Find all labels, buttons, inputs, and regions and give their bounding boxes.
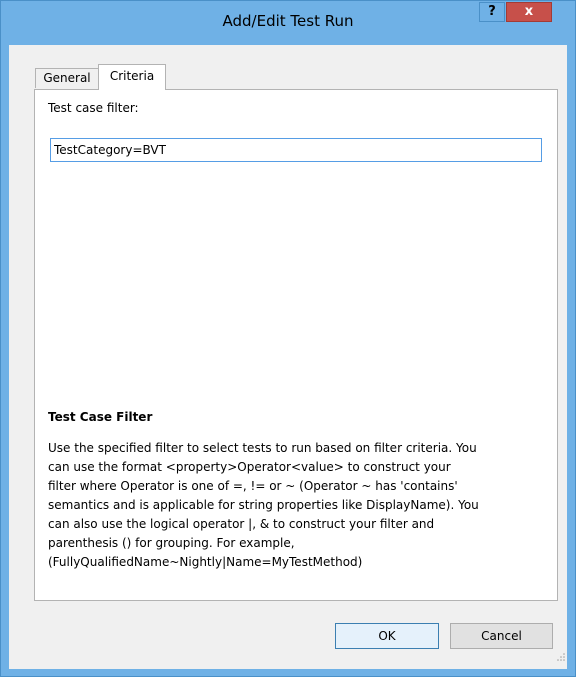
question-mark-icon: ? [488, 4, 496, 19]
tab-general[interactable]: General [35, 68, 99, 88]
help-line: parenthesis () for grouping. For example… [48, 536, 295, 550]
help-line: (FullyQualifiedName~Nightly|Name=MyTestM… [48, 555, 363, 569]
help-line: can use the format <property>Operator<va… [48, 460, 451, 474]
title-bar[interactable]: Add/Edit Test Run ? x [1, 1, 575, 45]
test-case-filter-input[interactable] [50, 138, 542, 162]
close-icon: x [524, 4, 534, 19]
dialog-window: Add/Edit Test Run ? x General Criteria T… [0, 0, 576, 677]
test-case-filter-label: Test case filter: [48, 101, 139, 115]
help-line: Use the specified filter to select tests… [48, 441, 477, 455]
tab-criteria[interactable]: Criteria [98, 64, 166, 90]
help-line: can also use the logical operator |, & t… [48, 517, 435, 531]
help-line: semantics and is applicable for string p… [48, 498, 479, 512]
help-description: Use the specified filter to select tests… [48, 439, 548, 572]
cancel-button[interactable]: Cancel [450, 623, 553, 649]
close-button[interactable]: x [506, 2, 552, 22]
criteria-panel: Test case filter: Test Case Filter Use t… [34, 89, 558, 601]
ok-button[interactable]: OK [335, 623, 439, 649]
dialog-client-area: General Criteria Test case filter: Test … [9, 45, 567, 669]
help-title: Test Case Filter [48, 410, 153, 424]
help-button[interactable]: ? [479, 2, 505, 22]
resize-grip-icon[interactable] [556, 652, 566, 662]
help-line: filter where Operator is one of =, != or… [48, 479, 458, 493]
